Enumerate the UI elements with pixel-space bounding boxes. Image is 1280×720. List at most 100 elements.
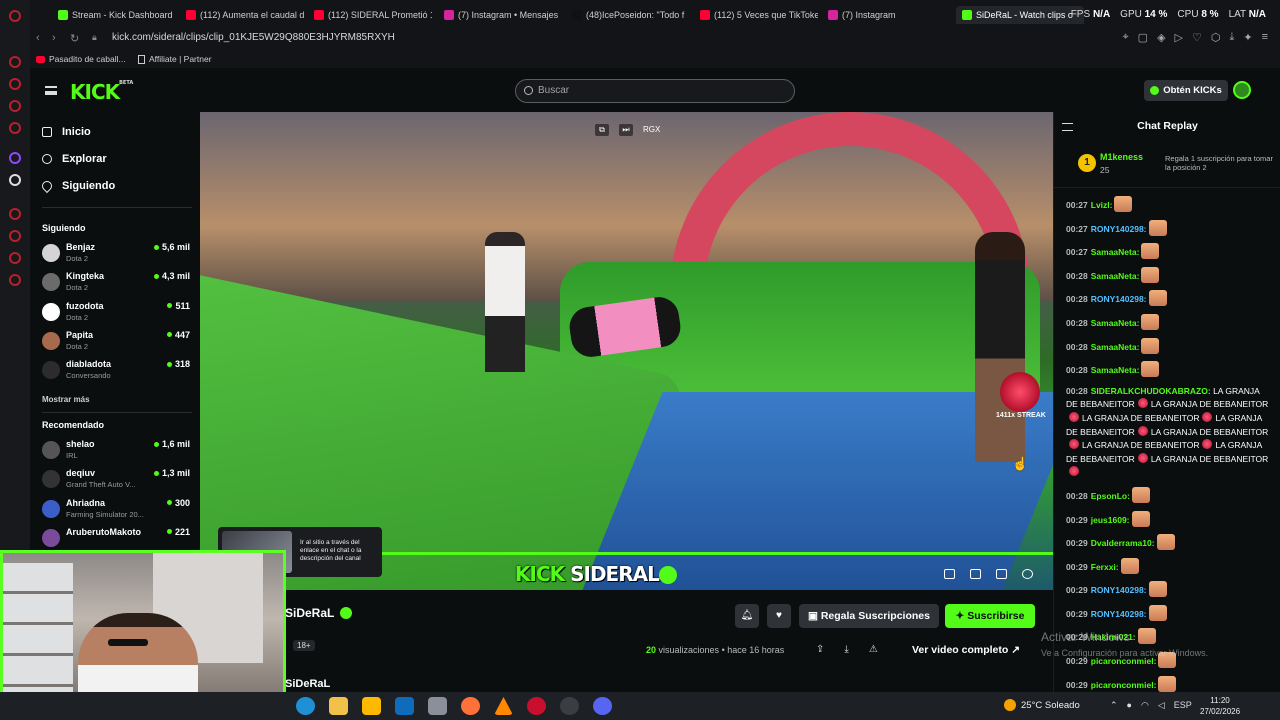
system-clock[interactable]: 11:20 27/02/2026: [1200, 695, 1240, 717]
bookmark-item[interactable]: Affiliate | Partner: [138, 54, 212, 64]
browser-tab[interactable]: (48)IcePoseidon: "Todo f: [572, 6, 690, 24]
message-username[interactable]: Dvalderrama10:: [1091, 538, 1155, 548]
aria-icon[interactable]: [9, 56, 21, 68]
vlc-icon[interactable]: [494, 697, 513, 715]
popout-icon[interactable]: ⧉: [595, 124, 609, 136]
notification-button[interactable]: 🔔︎: [735, 604, 759, 628]
url-field[interactable]: kick.com/sideral/clips/clip_01KJE5W29Q88…: [112, 32, 395, 43]
skip-icon[interactable]: ⏭: [619, 124, 633, 136]
weather-widget[interactable]: 25°C Soleado: [1004, 699, 1080, 711]
sidebar-channel[interactable]: Kingteka Dota 2 4,3 mil: [42, 271, 190, 299]
obs-icon[interactable]: [560, 697, 579, 715]
message-username[interactable]: SamaaNeta:: [1091, 247, 1140, 257]
browser-tab[interactable]: SiDeRaL - Watch clips o: [956, 6, 1084, 24]
twitch-icon[interactable]: [9, 152, 21, 164]
clock-icon[interactable]: [9, 230, 21, 242]
gift-subs-button[interactable]: ▣ Regala Suscripciones: [799, 604, 939, 628]
edge-icon[interactable]: [296, 697, 315, 715]
watch-full-video-link[interactable]: Ver video completo ↗: [912, 644, 1020, 656]
instagram-icon[interactable]: [9, 122, 21, 134]
screenshot-icon[interactable]: ▢: [1138, 31, 1148, 44]
shield-icon[interactable]: ◈: [1157, 31, 1165, 44]
menu-icon[interactable]: ≡: [1262, 31, 1268, 44]
outlook-icon[interactable]: [395, 697, 414, 715]
message-username[interactable]: RONY140298:: [1091, 294, 1147, 304]
browser-tab[interactable]: (112) 5 Veces que TikToke: [700, 6, 818, 24]
download-icon[interactable]: ⤓: [844, 644, 848, 655]
play-icon[interactable]: ▷: [1175, 31, 1183, 44]
video-player[interactable]: 1411x STREAK ⧉ ⏭ RGX KICK SIDERAL 0:30 /…: [200, 112, 1053, 590]
download-icon[interactable]: ⤓: [1229, 31, 1234, 44]
nav-home[interactable]: Inicio: [42, 126, 91, 138]
channel-name[interactable]: SiDeRaL: [285, 606, 353, 620]
network-icon[interactable]: ◠: [1141, 700, 1149, 711]
message-username[interactable]: Ferxxi:: [1091, 562, 1119, 572]
message-username[interactable]: EpsonLo:: [1091, 491, 1130, 501]
message-username[interactable]: SamaaNeta:: [1091, 342, 1140, 352]
message-username[interactable]: RONY140298:: [1091, 224, 1147, 234]
message-username[interactable]: RONY140298:: [1091, 585, 1147, 595]
settings-icon[interactable]: [1022, 569, 1033, 579]
files-icon[interactable]: [428, 697, 447, 715]
sidebar-channel[interactable]: fuzodota Dota 2 511: [42, 301, 190, 329]
sidebar-channel[interactable]: Benjaz Dota 2 5,6 mil: [42, 242, 190, 270]
messenger-icon[interactable]: [9, 100, 21, 112]
forward-icon[interactable]: ›: [52, 32, 56, 44]
history-icon[interactable]: [9, 78, 21, 90]
bookmark-item[interactable]: Pasadito de caball...: [36, 54, 126, 64]
browser-tab[interactable]: (112) Aumenta el caudal d: [186, 6, 304, 24]
extensions-icon[interactable]: ⬡: [1211, 31, 1221, 44]
message-username[interactable]: SIDERALKCHUDOKABRAZO:: [1091, 386, 1211, 396]
subscribe-button[interactable]: ✦ Suscribirse: [945, 604, 1035, 628]
message-username[interactable]: SamaaNeta:: [1091, 365, 1140, 375]
player-icon[interactable]: [9, 208, 21, 220]
pip-icon[interactable]: [944, 569, 955, 579]
nav-explore[interactable]: Explorar: [42, 153, 107, 165]
follow-button[interactable]: ♥: [767, 604, 791, 628]
x-icon[interactable]: [9, 174, 21, 186]
user-avatar[interactable]: [1233, 81, 1251, 99]
message-username[interactable]: picaronconmiel:: [1091, 680, 1157, 690]
leader-username[interactable]: M1keness: [1100, 152, 1143, 162]
discord-icon[interactable]: [593, 697, 612, 715]
browser-tab[interactable]: Stream - Kick Dashboard: [58, 6, 178, 24]
message-username[interactable]: RONY140298:: [1091, 609, 1147, 619]
nav-following[interactable]: Siguiendo: [39, 178, 115, 194]
mic-icon[interactable]: ●: [1127, 700, 1132, 711]
extensions-icon[interactable]: [9, 252, 21, 264]
message-username[interactable]: SamaaNeta:: [1091, 318, 1140, 328]
folder-icon[interactable]: [329, 697, 348, 715]
opera-icon[interactable]: [9, 10, 21, 22]
browser-tab[interactable]: (7) Instagram • Mensajes: [444, 6, 562, 24]
sidebar-channel[interactable]: Papita Dota 2 447: [42, 330, 190, 358]
message-username[interactable]: SamaaNeta:: [1091, 271, 1140, 281]
reload-icon[interactable]: ↻: [70, 32, 79, 45]
fullscreen-icon[interactable]: [996, 569, 1007, 579]
hamburger-icon[interactable]: [45, 86, 57, 95]
search-input[interactable]: Buscar: [515, 79, 795, 103]
browser-tab[interactable]: (7) Instagram: [828, 6, 946, 24]
theater-icon[interactable]: [970, 569, 981, 579]
pin-icon[interactable]: ⌖: [1122, 31, 1128, 44]
sidebar-channel[interactable]: diabladota Conversando 318: [42, 359, 190, 387]
language-label[interactable]: ESP: [1174, 700, 1192, 711]
firefox-icon[interactable]: [461, 697, 480, 715]
report-icon[interactable]: ⚠: [869, 644, 878, 655]
chevron-up-icon[interactable]: ⌃: [1110, 700, 1118, 711]
gift-prompt[interactable]: Regala 1 suscripción para tomar la posic…: [1165, 154, 1275, 172]
kick-logo[interactable]: KICKBETA: [70, 80, 133, 104]
volume-icon[interactable]: ◁: [1158, 700, 1165, 711]
sidebar-channel[interactable]: shelao IRL 1,6 mil: [42, 439, 190, 467]
sidebar-channel[interactable]: deqiuv Grand Theft Auto V... 1,3 mil: [42, 468, 190, 496]
sidebar-channel[interactable]: Ahriadna Farming Simulator 20... 300: [42, 498, 190, 526]
browser-tab[interactable]: (112) SIDERAL Prometió 10: [314, 6, 432, 24]
store-icon[interactable]: [362, 697, 381, 715]
show-more-link[interactable]: Mostrar más: [42, 395, 90, 404]
opera-icon[interactable]: [527, 697, 546, 715]
message-username[interactable]: Lvizl:: [1091, 200, 1113, 210]
get-kicks-button[interactable]: Obtén KICKs: [1144, 80, 1228, 101]
message-username[interactable]: jeus1609:: [1091, 515, 1130, 525]
ai-icon[interactable]: ✦: [1243, 31, 1252, 44]
favorite-icon[interactable]: ♡: [1192, 31, 1202, 44]
back-icon[interactable]: ‹: [36, 32, 40, 44]
